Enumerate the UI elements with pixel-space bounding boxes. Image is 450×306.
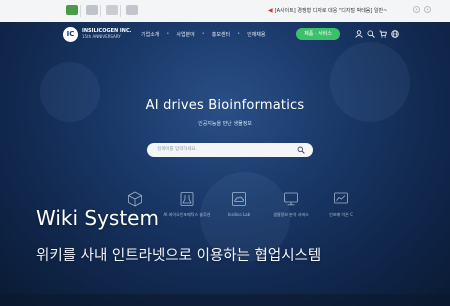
user-icon[interactable]	[355, 30, 363, 41]
footer-band	[0, 294, 450, 306]
notice-prev-button[interactable]: ‹	[413, 6, 420, 13]
products-services-button[interactable]: 제품 · 서비스	[296, 28, 340, 40]
toolbar-divider	[120, 5, 121, 17]
monitor-icon	[284, 192, 298, 206]
category-label: Insilico Lab	[227, 212, 251, 217]
nav-item-company[interactable]: 기업소개	[141, 31, 159, 39]
browser-toolbar: ◀ [A사이트] 경쟁형 디자로 대응 "디지털 박테움] 일반~ ‹ ›	[0, 0, 450, 23]
toolbar-divider	[100, 5, 101, 17]
notice-ticker[interactable]: ◀ [A사이트] 경쟁형 디자로 대응 "디지털 박테움] 일반~	[268, 5, 387, 17]
megaphone-icon: ◀	[268, 7, 273, 14]
logo-tagline: 15th ANNIVERSARY	[82, 34, 121, 39]
extension-icon[interactable]	[126, 5, 138, 15]
nav-item-careers[interactable]: 인재채용	[247, 31, 265, 39]
hero-subtitle: 인공지능을 만난 생물정보	[198, 121, 252, 127]
category-label: AI 바이오인포매틱스 솔루션	[163, 212, 211, 217]
category-item[interactable]: AI 바이오인포매틱스 솔루션	[162, 190, 212, 218]
flask-icon	[180, 192, 194, 206]
category-item[interactable]: 인포매 이온 C	[316, 190, 366, 218]
logo-icon[interactable]: IC	[63, 27, 78, 42]
notice-text: [A사이트] 경쟁형 디자로 대응 "디지털 박테움] 일반~	[274, 8, 388, 14]
hero-title: AI drives Bioinformatics	[145, 98, 305, 113]
category-label: 인포매 이온 C	[329, 212, 353, 217]
screen-chart-icon	[334, 192, 348, 204]
category-item[interactable]: Insilico Lab	[214, 190, 264, 218]
search-icon[interactable]	[297, 146, 305, 154]
main-nav: 기업소개 • 사업분야 • 홍보센터 • 인재채용	[141, 31, 265, 39]
nav-separator: •	[237, 31, 241, 37]
site-search-input[interactable]: 검색어를 입력하세요.	[147, 143, 313, 157]
bookmark-icon[interactable]	[66, 5, 78, 15]
category-item[interactable]: 생물정보 분석 서비스	[266, 190, 316, 218]
globe-icon[interactable]	[391, 30, 399, 41]
nav-separator: •	[166, 31, 170, 37]
notice-next-button[interactable]: ›	[424, 6, 431, 13]
cart-icon[interactable]	[379, 30, 387, 41]
cloud-icon	[232, 192, 246, 206]
nav-item-business[interactable]: 사업분야	[176, 31, 194, 39]
toolbar-divider	[80, 5, 81, 17]
caption-title: Wiki System	[36, 206, 159, 230]
window-icon[interactable]	[106, 5, 118, 15]
logo[interactable]: INSILICOGEN INC. 15th ANNIVERSARY	[82, 28, 132, 40]
tab-icon[interactable]	[86, 5, 98, 15]
bokeh-light	[40, 62, 100, 122]
caption-subtitle: 위키를 사내 인트라넷으로 이용하는 협업시스템	[36, 248, 322, 264]
search-placeholder: 검색어를 입력하세요.	[157, 147, 198, 152]
site-header: IC INSILICOGEN INC. 15th ANNIVERSARY 기업소…	[0, 22, 450, 48]
nav-separator: •	[201, 31, 205, 37]
nav-item-pr[interactable]: 홍보센터	[212, 31, 230, 39]
category-label: 생물정보 분석 서비스	[273, 212, 309, 217]
search-icon[interactable]	[367, 30, 375, 41]
